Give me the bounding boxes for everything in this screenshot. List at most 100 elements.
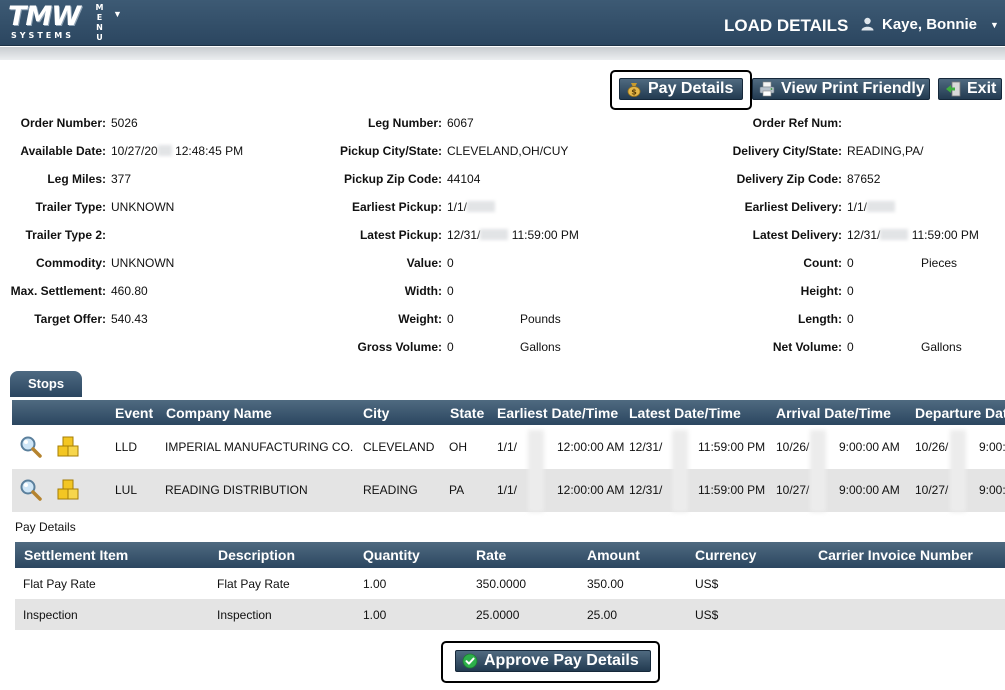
user-menu[interactable]: Kaye, Bonnie [882, 16, 977, 33]
boxes-icon[interactable] [56, 435, 82, 459]
view-print-friendly-button[interactable]: View Print Friendly [752, 78, 930, 100]
col-settlement-item[interactable]: Settlement Item [24, 547, 128, 563]
pickup-city-state-label: Pickup City/State: [339, 144, 442, 158]
magnifier-icon[interactable] [18, 435, 44, 459]
count-unit: Pieces [921, 256, 958, 270]
available-date-date: 10/27/20 [111, 144, 158, 158]
stop-latest-date: 12/31/ [629, 440, 663, 454]
pickup-city-state-value: CLEVELAND,OH/CUY [447, 144, 569, 158]
stop-latest-date: 12/31/ [629, 483, 663, 497]
col-amount[interactable]: Amount [587, 547, 640, 563]
stop-state: PA [449, 483, 465, 497]
view-print-friendly-label: View Print Friendly [781, 80, 925, 97]
commodity-label: Commodity: [36, 256, 106, 270]
target-offer-value: 540.43 [111, 312, 148, 326]
col-latest-date-time[interactable]: Latest Date/Time [629, 405, 741, 421]
table-row: LLD IMPERIAL MANUFACTURING CO. CLEVELAND… [12, 426, 1005, 469]
weight-value: 0 [447, 312, 454, 326]
gross-volume-label: Gross Volume: [357, 340, 442, 354]
pay-details-button[interactable]: $ Pay Details [619, 78, 743, 100]
col-arrival-date-time[interactable]: Arrival Date/Time [776, 405, 891, 421]
stop-earliest-date: 1/1/ [497, 483, 518, 497]
col-quantity[interactable]: Quantity [363, 547, 420, 563]
pay-quantity: 1.00 [363, 577, 387, 591]
col-city[interactable]: City [363, 405, 389, 421]
order-ref-num-label: Order Ref Num: [752, 116, 842, 130]
menu-toggle[interactable]: MENU [95, 3, 104, 43]
gross-volume-value: 0 [447, 340, 454, 354]
col-currency[interactable]: Currency [695, 547, 756, 563]
earliest-delivery-value: 1/1/ [847, 200, 896, 214]
menu-caret-icon[interactable]: ▼ [113, 9, 122, 19]
stop-arrival-time: 9:00:00 AM [839, 483, 900, 497]
col-rate[interactable]: Rate [476, 547, 506, 563]
tmw-logo[interactable]: TMW SYSTEMS [8, 1, 88, 43]
latest-delivery-date: 12/31/ [847, 228, 881, 242]
col-event[interactable]: Event [115, 405, 153, 421]
stops-table-header: Event Company Name City State Earliest D… [12, 400, 1005, 425]
value-value: 0 [447, 256, 454, 270]
latest-pickup-label: Latest Pickup: [359, 228, 442, 242]
net-volume-unit: Gallons [921, 340, 962, 354]
leg-miles-value: 377 [111, 172, 132, 186]
earliest-delivery-label: Earliest Delivery: [744, 200, 842, 214]
commodity-value: UNKNOWN [111, 256, 175, 270]
col-company-name[interactable]: Company Name [166, 405, 272, 421]
col-departure-date[interactable]: Departure Date [915, 405, 1005, 421]
max-settlement-label: Max. Settlement: [10, 284, 106, 298]
stop-city: CLEVELAND [363, 440, 435, 454]
latest-delivery-time: 11:59:00 PM [911, 228, 979, 242]
pay-rate: 25.0000 [476, 608, 520, 622]
trailer-type-label: Trailer Type: [35, 200, 106, 214]
available-date-label: Available Date: [20, 144, 106, 158]
order-number-label: Order Number: [20, 116, 106, 130]
col-state[interactable]: State [450, 405, 484, 421]
trailer-type-2-label: Trailer Type 2: [25, 228, 106, 242]
stop-earliest-date: 1/1/ [497, 440, 518, 454]
money-bag-icon: $ [627, 83, 641, 97]
user-caret-icon[interactable]: ▼ [990, 20, 999, 30]
page-title: LOAD DETAILS [724, 16, 849, 35]
redacted-text [810, 430, 826, 512]
pickup-zip-label: Pickup Zip Code: [343, 172, 442, 186]
checkmark-icon [462, 653, 478, 669]
pay-amount: 25.00 [587, 608, 618, 622]
latest-pickup-time: 11:59:00 PM [511, 228, 579, 242]
stop-city: READING [363, 483, 418, 497]
col-description[interactable]: Description [218, 547, 295, 563]
available-date-value: 10/27/20 12:48:45 PM [111, 144, 243, 158]
height-value: 0 [847, 284, 854, 298]
stop-company: IMPERIAL MANUFACTURING CO. [165, 440, 354, 454]
approve-pay-details-button[interactable]: Approve Pay Details [455, 650, 651, 672]
net-volume-value: 0 [847, 340, 854, 354]
pickup-zip-value: 44104 [447, 172, 481, 186]
target-offer-label: Target Offer: [34, 312, 106, 326]
earliest-pickup-value: 1/1/ [447, 200, 496, 214]
table-row: Flat Pay Rate Flat Pay Rate 1.00 350.000… [15, 568, 1005, 599]
stop-departure-date: 10/27/ [915, 483, 949, 497]
tab-stops[interactable]: Stops [10, 371, 82, 397]
redacted-text [672, 430, 688, 512]
col-earliest-date-time[interactable]: Earliest Date/Time [497, 405, 618, 421]
table-row: LUL READING DISTRIBUTION READING PA 1/1/… [12, 469, 1005, 512]
earliest-pickup-label: Earliest Pickup: [351, 200, 442, 214]
pay-settlement-item: Inspection [23, 608, 78, 622]
length-value: 0 [847, 312, 854, 326]
latest-pickup-value: 12/31/ 11:59:00 PM [447, 228, 579, 242]
magnifier-icon[interactable] [18, 478, 44, 502]
pay-description: Inspection [217, 608, 272, 622]
exit-button[interactable]: Exit [938, 78, 1002, 100]
pay-currency: US$ [695, 577, 719, 591]
pay-rate: 350.0000 [476, 577, 527, 591]
col-carrier-invoice-number[interactable]: Carrier Invoice Number [818, 547, 973, 563]
max-settlement-value: 460.80 [111, 284, 148, 298]
latest-delivery-value: 12/31/ 11:59:00 PM [847, 228, 979, 242]
boxes-icon[interactable] [56, 478, 82, 502]
redacted-text [880, 229, 909, 240]
stop-departure-time: 9:00: [979, 440, 1005, 454]
pay-table-header: Settlement Item Description Quantity Rat… [15, 542, 1005, 568]
stop-arrival-date: 10/26/ [776, 440, 810, 454]
count-label: Count: [803, 256, 842, 270]
header-divider-strip [0, 47, 1005, 60]
order-number-value: 5026 [111, 116, 138, 130]
